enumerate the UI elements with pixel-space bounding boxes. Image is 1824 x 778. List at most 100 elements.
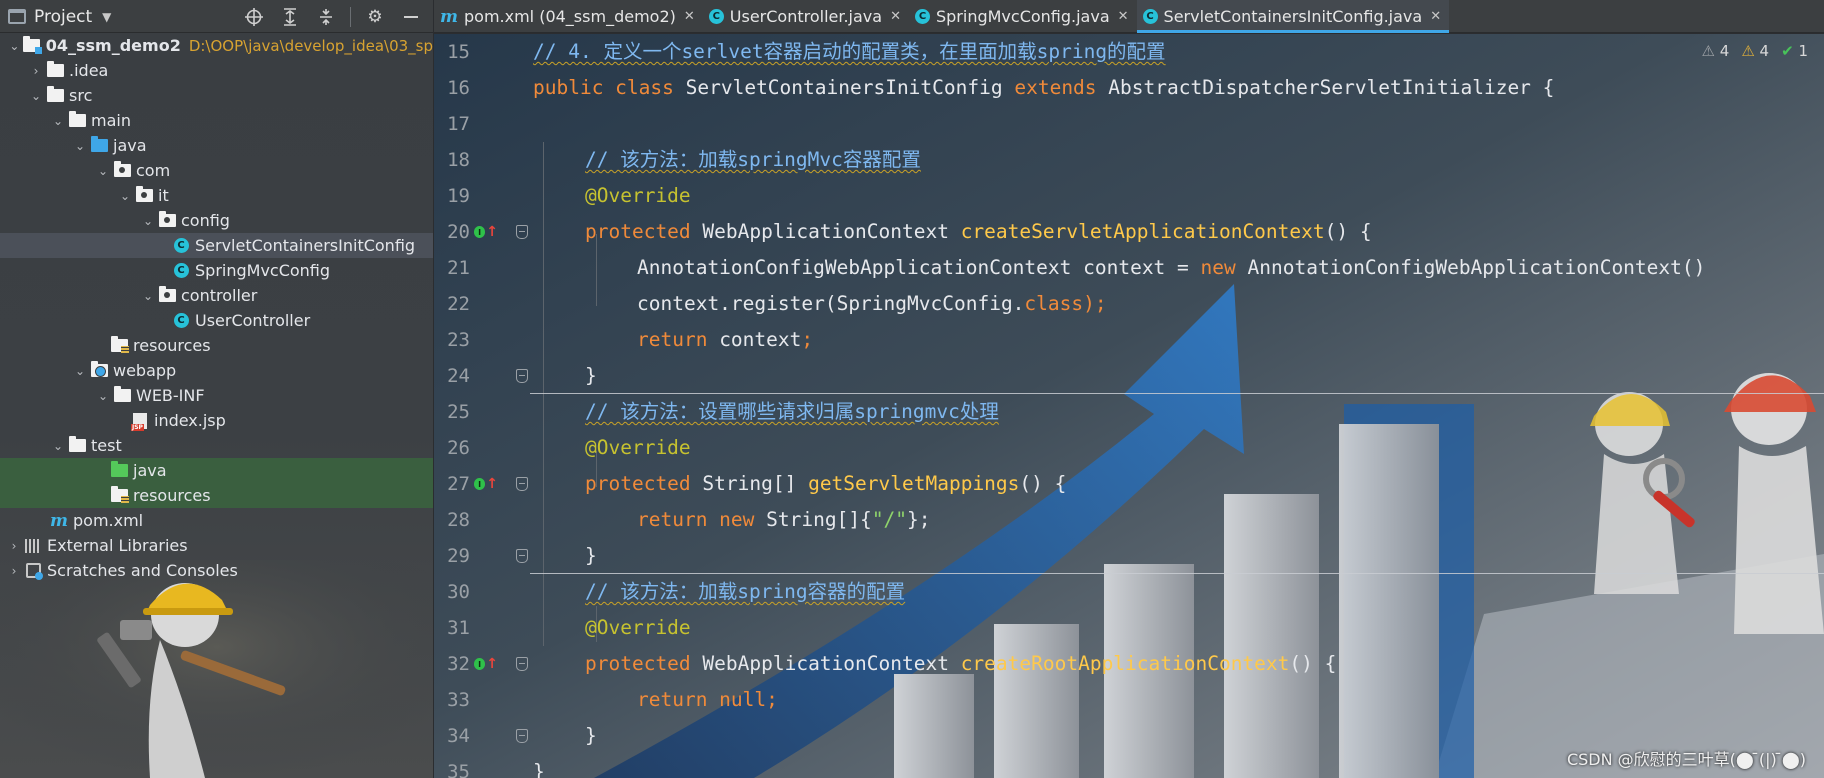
tree-item-controller[interactable]: ⌄ controller: [0, 283, 433, 308]
line-number: 35: [447, 761, 470, 778]
expand-all-icon[interactable]: [278, 5, 302, 29]
typo-count[interactable]: ✔ 1: [1781, 42, 1808, 60]
fold-icon[interactable]: [516, 549, 528, 563]
tree-item-config[interactable]: ⌄ config: [0, 208, 433, 233]
fold-icon[interactable]: [516, 657, 528, 671]
warning-count[interactable]: ⚠ 4: [1741, 42, 1769, 60]
tree-item-scratches[interactable]: › Scratches and Consoles: [0, 558, 433, 583]
code-line-33: return null;: [637, 682, 778, 718]
fold-icon[interactable]: [516, 729, 528, 743]
implements-method-icon[interactable]: I ↑: [474, 654, 498, 674]
code-line-24: }: [585, 358, 597, 394]
chevron-down-icon[interactable]: ⌄: [95, 164, 111, 178]
tree-item-test-resources[interactable]: › resources: [0, 483, 433, 508]
source-folder-icon: [90, 136, 108, 154]
tree-item-index-jsp[interactable]: › index.jsp: [0, 408, 433, 433]
tab-user-controller[interactable]: C UserController.java ✕: [703, 0, 909, 33]
code-text: context: [719, 328, 802, 351]
tree-item-label: src: [69, 86, 93, 105]
code-annotation: @Override: [585, 184, 691, 207]
code-method-name: createRootApplicationContext: [960, 652, 1290, 675]
tree-item-test[interactable]: ⌄ test: [0, 433, 433, 458]
implements-method-icon[interactable]: I ↑: [474, 222, 498, 242]
code-line-27: protected String[] getServletMappings() …: [585, 466, 1066, 502]
project-view-selector[interactable]: Project ▼: [8, 0, 111, 33]
chevron-down-icon[interactable]: ⌄: [95, 389, 111, 403]
java-class-icon: C: [708, 9, 724, 24]
tab-servlet-containers-init-config[interactable]: C ServletContainersInitConfig.java ✕: [1136, 0, 1450, 33]
inspection-widget[interactable]: ⚠ 4 ⚠ 4 ✔ 1: [1702, 34, 1808, 68]
fold-icon[interactable]: [516, 369, 528, 383]
tree-item-external-libraries[interactable]: › External Libraries: [0, 533, 433, 558]
chevron-down-icon[interactable]: ⌄: [72, 139, 88, 153]
tree-item-main-java[interactable]: ⌄ java: [0, 133, 433, 158]
chevron-down-icon[interactable]: ⌄: [140, 214, 156, 228]
code-line-22: context.register(SpringMvcConfig.class);: [637, 286, 1107, 322]
tree-item-spring-mvc-config[interactable]: C SpringMvcConfig: [0, 258, 433, 283]
close-icon[interactable]: ✕: [684, 9, 695, 24]
tree-item-it[interactable]: ⌄ it: [0, 183, 433, 208]
tab-spring-mvc-config[interactable]: C SpringMvcConfig.java ✕: [909, 0, 1137, 33]
chevron-down-icon[interactable]: ⌄: [117, 189, 133, 203]
chevron-down-icon[interactable]: ⌄: [50, 114, 66, 128]
code-text: }: [585, 364, 597, 387]
implements-method-icon[interactable]: I ↑: [474, 474, 498, 494]
chevron-down-icon[interactable]: ⌄: [72, 364, 88, 378]
test-source-folder-icon: [110, 461, 128, 479]
locate-file-icon[interactable]: [242, 5, 266, 29]
tree-item-label: test: [91, 436, 122, 455]
chevron-down-icon[interactable]: ⌄: [8, 39, 21, 53]
hide-panel-icon[interactable]: [399, 5, 423, 29]
chevron-right-icon[interactable]: ›: [6, 564, 22, 578]
module-path: D:\OOP\java\develop_idea\03_sp: [188, 36, 433, 55]
tree-item-pom-xml[interactable]: m pom.xml: [0, 508, 433, 533]
close-icon[interactable]: ✕: [890, 9, 901, 24]
fold-icon[interactable]: [516, 477, 528, 491]
chevron-right-icon[interactable]: ›: [6, 539, 22, 553]
tree-item-user-controller[interactable]: C UserController: [0, 308, 433, 333]
project-title: Project: [34, 6, 93, 27]
code-text: ;: [801, 328, 814, 351]
tree-item-webapp[interactable]: ⌄ webapp: [0, 358, 433, 383]
tree-item-idea[interactable]: › .idea: [0, 58, 433, 83]
weak-warning-count[interactable]: ⚠ 4: [1702, 42, 1730, 60]
tree-item-servlet-containers-init-config[interactable]: C ServletContainersInitConfig: [0, 233, 433, 258]
code-area[interactable]: 15 16 17 18 19 20 21 22 23 24 25 26 27 2…: [434, 34, 1824, 778]
code-superclass: AbstractDispatcherServletInitializer {: [1108, 76, 1555, 99]
chevron-down-icon[interactable]: ⌄: [140, 289, 156, 303]
gear-icon[interactable]: ⚙: [363, 5, 387, 29]
tree-item-label: java: [133, 461, 167, 480]
tree-item-web-inf[interactable]: ⌄ WEB-INF: [0, 383, 433, 408]
close-icon[interactable]: ✕: [1118, 9, 1129, 24]
tab-pom-xml[interactable]: m pom.xml (04_ssm_demo2) ✕: [434, 0, 703, 33]
close-icon[interactable]: ✕: [1430, 9, 1441, 24]
code-comment: // 该方法：加载springMvc容器配置: [585, 148, 921, 171]
line-number: 22: [447, 293, 470, 315]
fold-icon[interactable]: [516, 225, 528, 239]
tree-item-main-resources[interactable]: › resources: [0, 333, 433, 358]
chevron-right-icon[interactable]: ›: [28, 64, 44, 78]
chevron-down-icon[interactable]: ⌄: [50, 439, 66, 453]
chevron-down-icon[interactable]: ⌄: [28, 89, 44, 103]
line-number: 23: [447, 329, 470, 351]
code-keyword: class: [1024, 292, 1084, 315]
code-line-35: }: [533, 754, 545, 778]
tree-item-label: WEB-INF: [136, 386, 205, 405]
tree-item-test-java[interactable]: › java: [0, 458, 433, 483]
collapse-all-icon[interactable]: [314, 5, 338, 29]
code-keyword: return null: [637, 688, 767, 711]
check-icon: ✔: [1781, 42, 1794, 60]
code-line-32: protected WebApplicationContext createRo…: [585, 646, 1336, 682]
tree-item-src[interactable]: ⌄ src: [0, 83, 433, 108]
java-class-icon: C: [1142, 9, 1158, 24]
tree-item-module-root[interactable]: ⌄ 04_ssm_demo2 D:\OOP\java\develop_idea\…: [0, 33, 433, 58]
code-editor[interactable]: 15 16 17 18 19 20 21 22 23 24 25 26 27 2…: [434, 34, 1824, 778]
test-resources-folder-icon: [110, 486, 129, 504]
code-type: WebApplicationContext: [702, 220, 961, 243]
line-number: 21: [447, 257, 470, 279]
toolbar-divider: [350, 6, 351, 27]
tree-item-main[interactable]: ⌄ main: [0, 108, 433, 133]
tree-item-com[interactable]: ⌄ com: [0, 158, 433, 183]
line-number: 25: [447, 401, 470, 423]
folder-icon: [46, 61, 64, 79]
